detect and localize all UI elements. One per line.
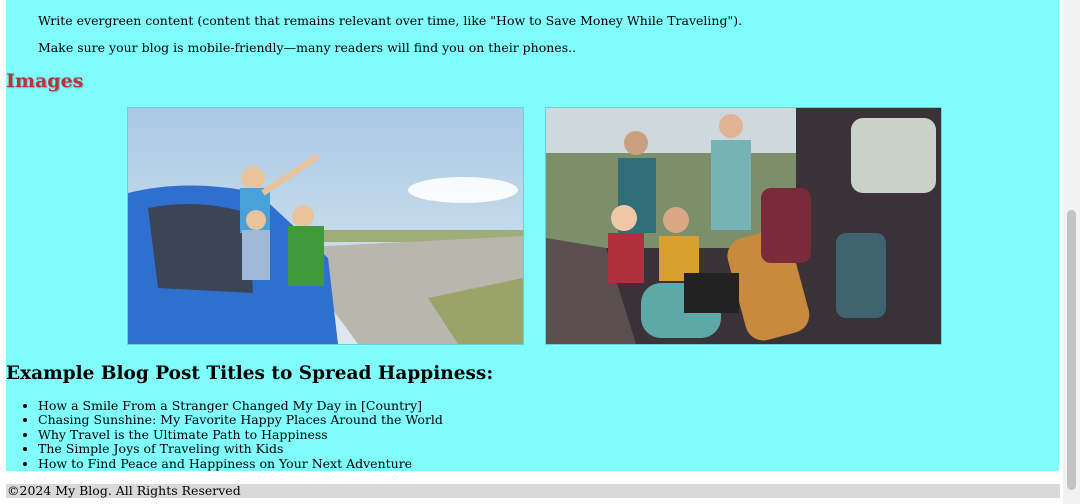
page-footer: ©2024 My Blog. All Rights Reserved bbox=[6, 484, 1060, 498]
vertical-scrollbar[interactable] bbox=[1063, 0, 1080, 504]
scrollbar-thumb[interactable] bbox=[1067, 210, 1076, 490]
list-item: The Simple Joys of Traveling with Kids bbox=[38, 441, 443, 456]
blog-content: Write evergreen content (content that re… bbox=[6, 0, 1059, 471]
list-item: Chasing Sunshine: My Favorite Happy Plac… bbox=[38, 412, 443, 427]
post-titles-list: How a Smile From a Stranger Changed My D… bbox=[6, 398, 443, 471]
tip-paragraph: Write evergreen content (content that re… bbox=[38, 13, 743, 28]
list-item: How a Smile From a Stranger Changed My D… bbox=[38, 398, 443, 413]
images-heading: Images bbox=[6, 70, 84, 92]
list-item: How to Find Peace and Happiness on Your … bbox=[38, 456, 443, 471]
family-car-trunk-photo bbox=[545, 107, 942, 345]
list-item: Why Travel is the Ultimate Path to Happi… bbox=[38, 427, 443, 442]
post-titles-heading: Example Blog Post Titles to Spread Happi… bbox=[6, 363, 494, 384]
kids-in-car-photo bbox=[127, 107, 524, 345]
tip-paragraph: Make sure your blog is mobile-friendly—m… bbox=[38, 40, 577, 55]
